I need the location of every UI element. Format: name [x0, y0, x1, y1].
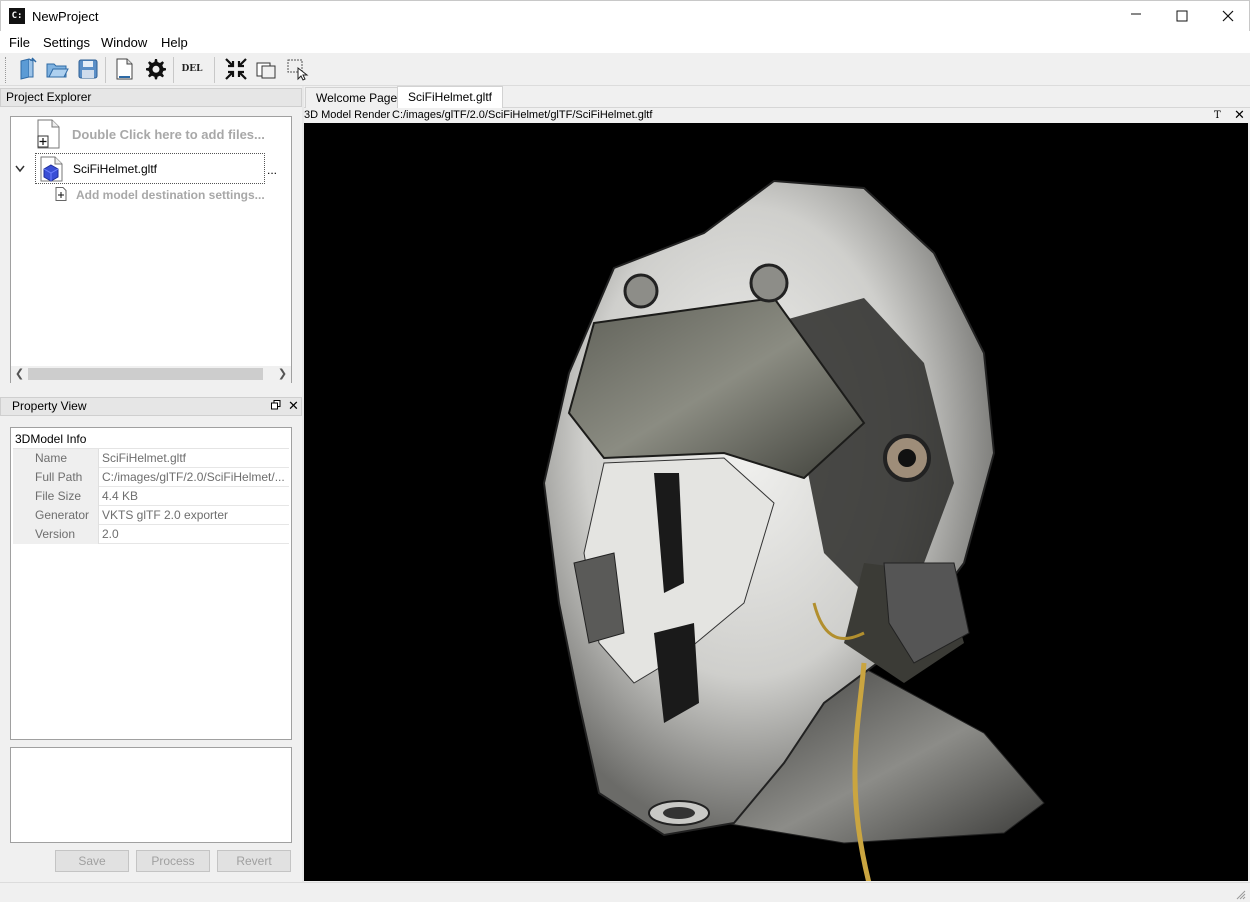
menu-file[interactable]: File — [9, 35, 30, 50]
new-project-button[interactable] — [14, 56, 40, 82]
restore-panel-icon[interactable] — [271, 399, 281, 416]
app-icon: C: — [9, 8, 25, 24]
property-row[interactable]: Name SciFiHelmet.gltf — [13, 449, 289, 468]
close-window-button[interactable] — [1205, 1, 1250, 31]
property-value: SciFiHelmet.gltf — [102, 451, 187, 465]
minimize-icon — [1131, 13, 1141, 15]
render-header: 3D Model Render C:/images/glTF/2.0/SciFi… — [304, 107, 1250, 123]
chevron-down-icon[interactable] — [15, 162, 25, 176]
delete-icon: DEL — [181, 64, 203, 74]
save-property-button[interactable]: Save — [55, 850, 129, 872]
property-row[interactable]: Generator VKTS glTF 2.0 exporter — [13, 506, 289, 525]
copy-window-button[interactable] — [253, 56, 279, 82]
status-bar — [0, 882, 1250, 902]
save-button[interactable] — [75, 56, 101, 82]
minimize-button[interactable] — [1113, 1, 1159, 31]
property-row[interactable]: Full Path C:/images/glTF/2.0/SciFiHelmet… — [13, 468, 289, 487]
tab-welcome-page[interactable]: Welcome Page — [305, 87, 409, 108]
property-row[interactable]: Version 2.0 — [13, 525, 289, 544]
process-button[interactable]: Process — [136, 850, 210, 872]
property-view-header: Property View ✕ — [0, 397, 302, 416]
select-region-icon — [287, 59, 309, 81]
tree-item-label: SciFiHelmet.gltf — [73, 162, 158, 176]
delete-button[interactable]: DEL — [179, 56, 205, 82]
menu-help[interactable]: Help — [161, 35, 188, 50]
menu-settings[interactable]: Settings — [43, 35, 90, 50]
gear-icon — [146, 59, 166, 80]
property-description-box[interactable] — [10, 747, 292, 843]
close-render-icon[interactable]: ✕ — [1234, 107, 1245, 122]
collapse-icon — [225, 58, 247, 80]
model-file-icon — [40, 156, 64, 182]
tab-scifihelmet[interactable]: SciFiHelmet.gltf — [397, 86, 504, 108]
add-files-icon — [36, 119, 62, 149]
helmet-model-render — [542, 179, 1045, 881]
add-destination-icon — [55, 187, 67, 201]
property-grid: 3DModel Info Name SciFiHelmet.gltf Full … — [10, 427, 292, 740]
tree-item-more-button[interactable]: ... — [267, 163, 277, 177]
toolbar: DEL — [0, 53, 1250, 86]
tab-bar: Welcome Page SciFiHelmet.gltf — [304, 86, 1250, 108]
render-title: 3D Model Render — [304, 109, 391, 121]
close-icon — [1222, 10, 1234, 22]
tree-item-model[interactable]: SciFiHelmet.gltf — [35, 153, 265, 184]
add-destination-hint[interactable]: Add model destination settings... — [76, 188, 265, 202]
document-button[interactable] — [111, 56, 137, 82]
maximize-icon — [1176, 10, 1188, 22]
resize-grip-icon[interactable] — [1236, 889, 1246, 900]
menu-window[interactable]: Window — [101, 35, 147, 50]
property-key: File Size — [13, 487, 99, 506]
copy-window-icon — [256, 62, 276, 79]
open-project-button[interactable] — [44, 56, 70, 82]
property-key: Generator — [13, 506, 99, 525]
scroll-left-icon[interactable]: ❮ — [11, 366, 28, 383]
property-group-label: 3DModel Info — [13, 430, 289, 449]
property-key: Version — [13, 525, 99, 544]
maximize-button[interactable] — [1159, 1, 1205, 31]
collapse-button[interactable] — [223, 56, 249, 82]
title-bar: C: NewProject — [0, 0, 1250, 31]
property-value: VKTS glTF 2.0 exporter — [102, 508, 229, 522]
3d-viewport[interactable] — [304, 123, 1248, 881]
settings-button[interactable] — [142, 56, 168, 82]
document-icon — [116, 58, 133, 80]
open-project-icon — [46, 63, 69, 78]
property-value: C:/images/glTF/2.0/SciFiHelmet/... — [102, 470, 285, 484]
property-view-title: Property View — [12, 399, 87, 413]
add-files-hint[interactable]: Double Click here to add files... — [72, 127, 265, 142]
revert-button[interactable]: Revert — [217, 850, 291, 872]
text-mode-icon[interactable]: T — [1214, 108, 1221, 123]
project-tree[interactable]: Double Click here to add files... SciFiH… — [10, 116, 292, 383]
select-region-button[interactable] — [284, 56, 310, 82]
property-key: Name — [13, 449, 99, 468]
property-key: Full Path — [13, 468, 99, 487]
scroll-right-icon[interactable]: ❯ — [274, 366, 291, 383]
property-value: 2.0 — [102, 527, 119, 541]
scrollbar-thumb[interactable] — [28, 368, 263, 380]
property-row[interactable]: File Size 4.4 KB — [13, 487, 289, 506]
new-project-icon — [20, 57, 37, 80]
toolbar-grip[interactable] — [5, 57, 8, 83]
menu-bar: File Settings Window Help — [0, 31, 1250, 53]
render-file-path: C:/images/glTF/2.0/SciFiHelmet/glTF/SciF… — [392, 109, 653, 121]
property-value: 4.4 KB — [102, 489, 139, 503]
save-icon — [78, 59, 98, 79]
horizontal-scrollbar[interactable]: ❮ ❯ — [11, 366, 291, 383]
project-explorer-header: Project Explorer — [0, 88, 302, 107]
window-title: NewProject — [32, 9, 99, 24]
close-panel-icon[interactable]: ✕ — [288, 397, 299, 414]
